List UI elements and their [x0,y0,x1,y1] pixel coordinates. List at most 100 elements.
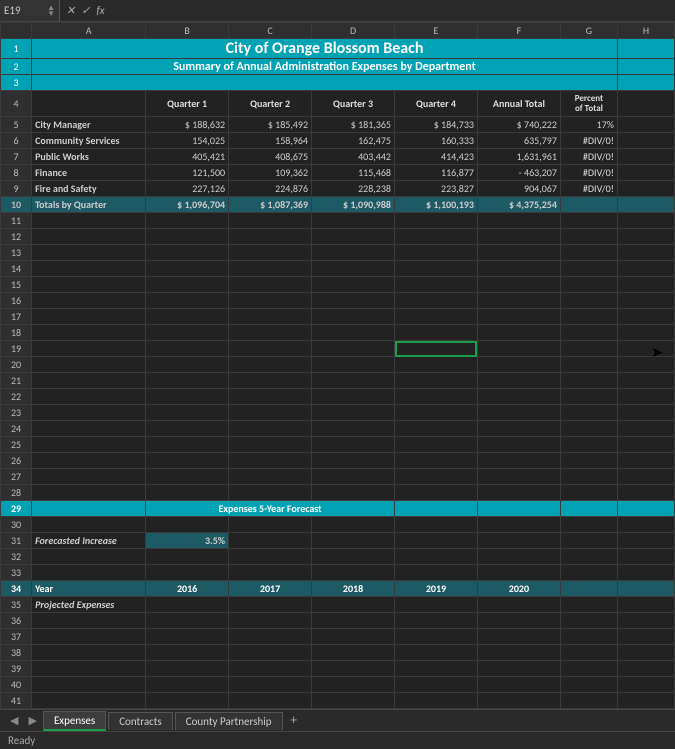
row-header[interactable]: 19 [1,341,32,357]
cell[interactable]: 904,067 [477,181,560,197]
forecast-title[interactable]: Expenses 5-Year Forecast [146,501,395,517]
row-header[interactable]: 36 [1,613,32,629]
row-header[interactable]: 27 [1,469,32,485]
cell[interactable]: - 463,207 [477,165,560,181]
row-header[interactable]: 33 [1,565,32,581]
cell[interactable]: $ 1,096,704 [146,197,229,213]
cell[interactable]: 2016 [146,581,229,597]
cell[interactable]: $ 181,365 [312,117,395,133]
row-header[interactable]: 2 [1,59,32,75]
name-box-dropdown-icon[interactable]: ▲▼ [47,5,55,17]
row-header[interactable]: 34 [1,581,32,597]
dept-label[interactable]: Fire and Safety [32,181,146,197]
year-label[interactable]: Year [32,581,146,597]
row-header[interactable]: 38 [1,645,32,661]
col-label[interactable]: Annual Total [477,91,560,117]
row-header[interactable]: 39 [1,661,32,677]
dept-label[interactable]: Community Services [32,133,146,149]
cell[interactable]: $ 1,100,193 [395,197,478,213]
row-header[interactable]: 14 [1,261,32,277]
sheet-subtitle[interactable]: Summary of Annual Administration Expense… [32,59,618,75]
cell[interactable]: 17% [560,117,617,133]
row-header[interactable]: 5 [1,117,32,133]
select-all-cell[interactable] [1,23,32,39]
totals-label[interactable]: Totals by Quarter [32,197,146,213]
active-cell[interactable] [395,341,478,357]
fx-icon[interactable]: fx [96,4,104,17]
cell[interactable]: 635,797 [477,133,560,149]
name-box[interactable]: E19 ▲▼ [0,0,60,21]
cell[interactable]: $ 184,733 [395,117,478,133]
col-header[interactable]: G [560,23,617,39]
row-header[interactable]: 31 [1,533,32,549]
cancel-icon[interactable]: ✕ [66,4,75,17]
cell[interactable]: $ 188,632 [146,117,229,133]
row-header[interactable]: 16 [1,293,32,309]
cell[interactable]: 2018 [312,581,395,597]
col-header[interactable]: D [312,23,395,39]
cell[interactable]: 2017 [229,581,312,597]
cell-error[interactable]: #DIV/0! [560,133,617,149]
row-header[interactable]: 26 [1,453,32,469]
cell[interactable]: 162,475 [312,133,395,149]
cell[interactable]: 109,362 [229,165,312,181]
row-header[interactable]: 9 [1,181,32,197]
row-header[interactable]: 30 [1,517,32,533]
sheet-tab-county-partnership[interactable]: County Partnership [175,712,283,730]
cell[interactable]: 405,421 [146,149,229,165]
cell[interactable]: $ 740,222 [477,117,560,133]
col-label[interactable]: Quarter 2 [229,91,312,117]
col-header[interactable]: F [477,23,560,39]
cell[interactable]: 158,964 [229,133,312,149]
tab-nav-prev-icon[interactable]: ◀ [6,714,22,727]
row-header[interactable]: 12 [1,229,32,245]
row-header[interactable]: 17 [1,309,32,325]
row-header[interactable]: 18 [1,325,32,341]
col-header[interactable]: C [229,23,312,39]
row-header[interactable]: 3 [1,75,32,91]
tab-nav-next-icon[interactable]: ▶ [24,714,40,727]
row-header[interactable]: 6 [1,133,32,149]
row-header[interactable]: 1 [1,39,32,59]
row-header[interactable]: 8 [1,165,32,181]
cell[interactable]: 121,500 [146,165,229,181]
row-header[interactable]: 4 [1,91,32,117]
cell[interactable]: 224,876 [229,181,312,197]
row-header[interactable]: 7 [1,149,32,165]
col-header[interactable]: E [395,23,478,39]
add-sheet-button[interactable]: + [285,713,303,728]
cell-error[interactable]: #DIV/0! [560,181,617,197]
row-header[interactable]: 23 [1,405,32,421]
col-label[interactable]: Quarter 3 [312,91,395,117]
confirm-icon[interactable]: ✓ [81,4,90,17]
cell[interactable]: $ 4,375,254 [477,197,560,213]
row-header[interactable]: 22 [1,389,32,405]
col-header[interactable]: A [32,23,146,39]
row-header[interactable]: 40 [1,677,32,693]
row-header[interactable]: 15 [1,277,32,293]
col-label[interactable]: Percentof Total [560,91,617,117]
row-header[interactable]: 24 [1,421,32,437]
formula-input[interactable] [111,0,675,21]
row-header[interactable]: 21 [1,373,32,389]
cell[interactable]: 414,423 [395,149,478,165]
cell[interactable]: 223,827 [395,181,478,197]
sheet-title[interactable]: City of Orange Blossom Beach [32,39,618,59]
row-header[interactable]: 32 [1,549,32,565]
cell[interactable]: 228,238 [312,181,395,197]
forecast-inc-label[interactable]: Forecasted Increase [32,533,146,549]
row-header[interactable]: 41 [1,693,32,709]
col-label[interactable]: Quarter 1 [146,91,229,117]
cell-error[interactable]: #DIV/0! [560,165,617,181]
sheet-tab-expenses[interactable]: Expenses [43,711,106,731]
cell[interactable]: 154,025 [146,133,229,149]
row-header[interactable]: 11 [1,213,32,229]
cell[interactable]: 227,126 [146,181,229,197]
cell[interactable]: 2020 [477,581,560,597]
dept-label[interactable]: City Manager [32,117,146,133]
col-header[interactable]: H [617,23,674,39]
row-header[interactable]: 13 [1,245,32,261]
dept-label[interactable]: Finance [32,165,146,181]
row-header[interactable]: 25 [1,437,32,453]
row-header[interactable]: 20 [1,357,32,373]
